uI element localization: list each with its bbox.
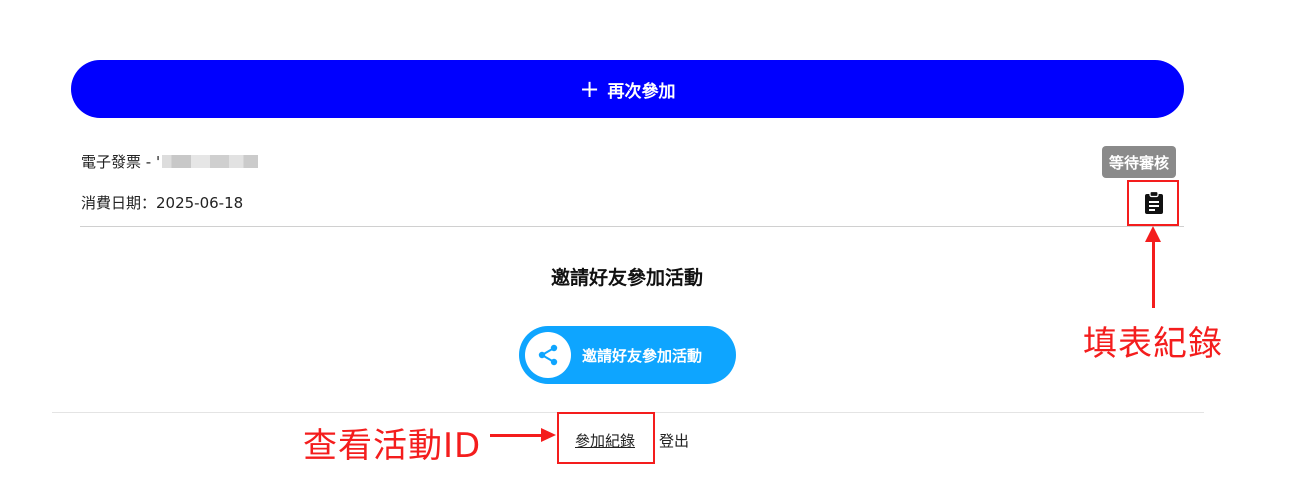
rejoin-button-label: 再次參加 (607, 81, 676, 102)
logout-link[interactable]: 登出 (659, 430, 689, 451)
record-row: 電子發票 - ' 消費日期：2025-06-18 等待審核 (80, 142, 1184, 227)
record-title-text: 電子發票 - ' (81, 153, 161, 171)
redacted-invoice-id (162, 155, 259, 168)
invite-button-label: 邀請好友參加活動 (582, 346, 703, 365)
plus-icon: + (579, 75, 600, 103)
annotation-arrow-right-head (541, 428, 556, 442)
annotation-form-record: 填表紀錄 (1083, 324, 1223, 364)
record-title: 電子發票 - ' (81, 151, 259, 172)
annotation-view-activity-id: 查看活動ID (303, 426, 482, 466)
rejoin-button[interactable]: + 再次參加 (71, 60, 1184, 118)
share-icon (525, 332, 571, 378)
invite-heading: 邀請好友參加活動 (550, 267, 703, 289)
annotation-arrow-right (490, 434, 544, 437)
annotation-box-form-icon (1127, 180, 1179, 226)
page: + 再次參加 電子發票 - ' 消費日期：2025-06-18 等待審核 填表紀… (0, 0, 1293, 483)
record-date: 消費日期：2025-06-18 (81, 194, 244, 212)
annotation-box-records-link (557, 412, 655, 464)
invite-friends-button[interactable]: 邀請好友參加活動 (519, 326, 736, 384)
status-badge: 等待審核 (1101, 146, 1176, 178)
